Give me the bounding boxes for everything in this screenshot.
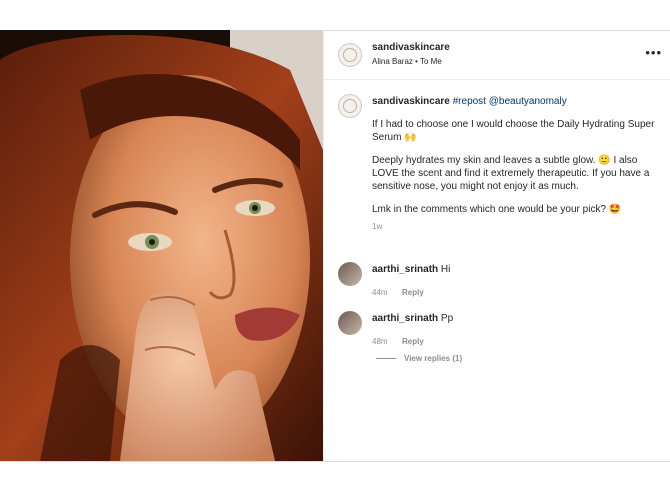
caption-paragraph-3: Lmk in the comments which one would be y… [372,204,622,215]
emoji-icon: 🙌 [404,132,417,143]
caption-paragraph-2: Deeply hydrates my skin and leaves a sub… [372,155,650,192]
reply-button[interactable]: Reply [402,337,424,346]
post-sidebar: sandivaskincare Alina Baraz • To Me ••• … [323,30,670,461]
comment-username[interactable]: aarthi_srinath [372,264,438,275]
comment-text: Hi [440,264,451,275]
caption-author[interactable]: sandivaskincare [372,96,450,107]
view-replies-button[interactable]: View replies (1) [376,354,462,363]
comment-item: aarthi_srinath Hi 44m Reply [372,263,662,300]
comment-timestamp[interactable]: 48m [372,337,388,346]
audio-subtitle[interactable]: Alina Baraz • To Me [372,57,450,66]
caption-timestamp[interactable]: 1w [372,222,662,231]
view-replies-label[interactable]: View replies (1) [404,354,462,363]
caption-author-avatar[interactable] [338,94,362,118]
commenter-avatar[interactable] [338,262,362,286]
reply-button[interactable]: Reply [402,288,424,297]
post-caption: sandivaskincare #repost @beautyanomaly I… [372,95,662,231]
comment-timestamp[interactable]: 44m [372,288,388,297]
divider [376,358,396,359]
more-horizontal-icon[interactable]: ••• [645,45,662,60]
repost-link[interactable]: #repost @beautyanomaly [453,96,567,107]
post-image[interactable] [0,30,323,461]
comment-item: aarthi_srinath Pp 48m Reply [372,312,662,349]
post-header: sandivaskincare Alina Baraz • To Me ••• [324,30,670,80]
comment-text: Pp [440,313,454,324]
comment-username[interactable]: aarthi_srinath [372,313,438,324]
commenter-avatar[interactable] [338,311,362,335]
author-avatar[interactable] [338,43,362,67]
author-username[interactable]: sandivaskincare [372,42,450,53]
